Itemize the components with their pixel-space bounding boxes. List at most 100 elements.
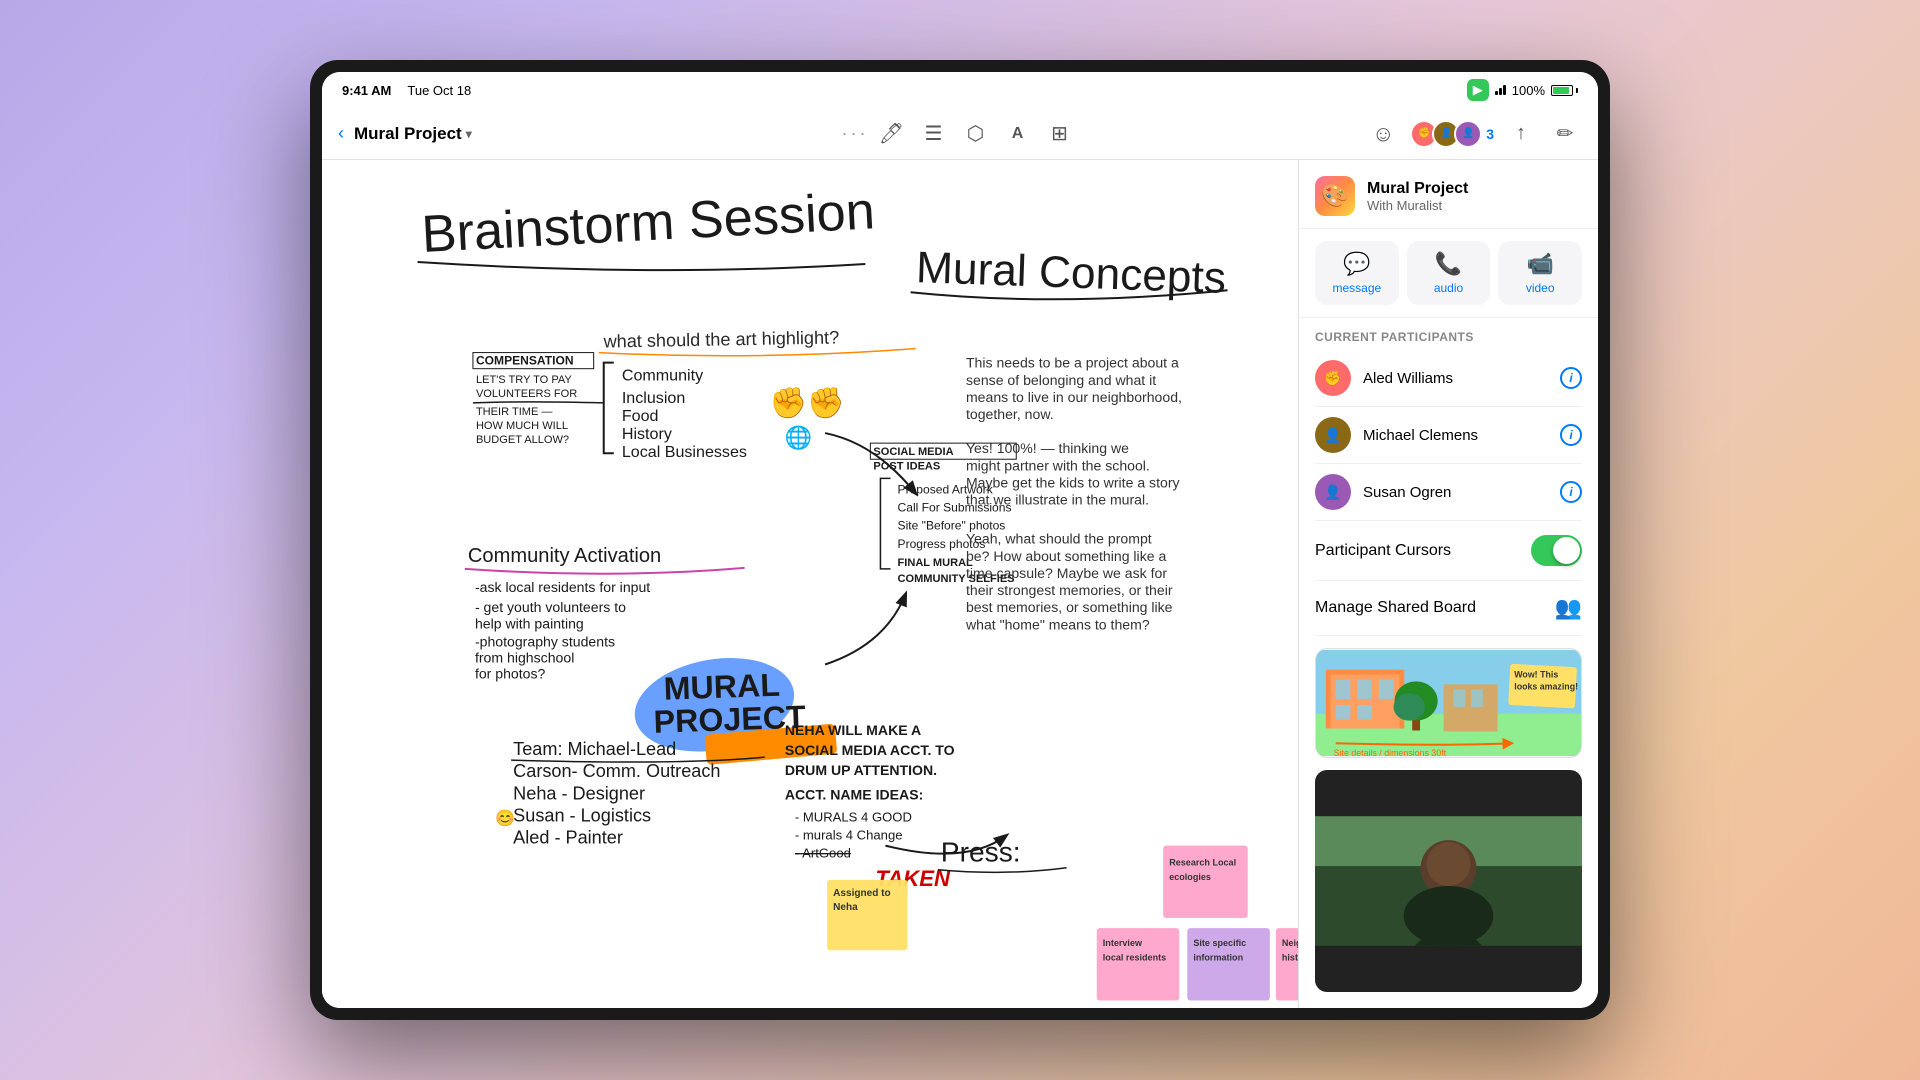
svg-text:Press:: Press:: [941, 836, 1021, 868]
shapes-tool-button[interactable]: ⬡: [956, 115, 994, 153]
participant-name-michael: Michael Clemens: [1363, 427, 1548, 444]
participant-info-button-susan[interactable]: i: [1560, 481, 1582, 503]
svg-text:Site details / dimensions 30ft: Site details / dimensions 30ft: [1334, 748, 1447, 757]
svg-text:from highschool: from highschool: [475, 649, 574, 665]
svg-text:might partner with the school.: might partner with the school.: [966, 457, 1150, 473]
avatar-michael: 👤: [1315, 417, 1351, 453]
lines-tool-button[interactable]: ☰: [914, 115, 952, 153]
toolbar-right: ☺ ✊ 👤 👤 3 ↑ ✏: [1366, 117, 1582, 151]
svg-text:ecologies: ecologies: [1169, 872, 1211, 882]
svg-text:Team: Michael-Lead: Team: Michael-Lead: [513, 739, 676, 759]
manage-shared-board-icon: 👥: [1555, 595, 1582, 621]
back-button[interactable]: ‹: [338, 123, 344, 144]
message-action-button[interactable]: 💬 message: [1315, 241, 1399, 305]
message-icon: 💬: [1343, 251, 1370, 277]
svg-text:Wow! This: Wow! This: [1514, 669, 1558, 679]
avatar-3: 👤: [1454, 120, 1482, 148]
svg-text:COMPENSATION: COMPENSATION: [476, 354, 574, 368]
svg-text:what should the art highlight?: what should the art highlight?: [602, 327, 839, 351]
svg-text:Local Businesses: Local Businesses: [622, 443, 747, 461]
svg-text:🌐: 🌐: [785, 424, 813, 450]
svg-text:for photos?: for photos?: [475, 666, 546, 682]
battery-icon: [1551, 85, 1578, 96]
svg-text:BUDGET ALLOW?: BUDGET ALLOW?: [476, 434, 569, 446]
wifi-icon: [1495, 85, 1506, 95]
avatar-susan: 👤: [1315, 474, 1351, 510]
thumbnail-svg: Site details / dimensions 30ft 10% Wow! …: [1316, 649, 1581, 757]
svg-text:LET'S TRY TO PAY: LET'S TRY TO PAY: [476, 374, 572, 386]
svg-text:✊✊: ✊✊: [770, 386, 845, 421]
svg-text:Site specific: Site specific: [1193, 938, 1246, 948]
board-thumbnail: Site details / dimensions 30ft 10% Wow! …: [1315, 648, 1582, 758]
pen-tool-button[interactable]: 🖊: [872, 115, 910, 153]
svg-text:DRUM UP ATTENTION.: DRUM UP ATTENTION.: [785, 762, 937, 778]
svg-text:SOCIAL MEDIA: SOCIAL MEDIA: [873, 446, 953, 458]
participant-cursors-toggle[interactable]: [1531, 535, 1582, 566]
svg-text:Aled - Painter: Aled - Painter: [513, 828, 623, 848]
svg-text:time capsule? Maybe we ask for: time capsule? Maybe we ask for: [966, 565, 1167, 581]
svg-text:PROJECT: PROJECT: [653, 699, 807, 740]
divider-5: [1315, 635, 1582, 636]
participant-info-button-michael[interactable]: i: [1560, 424, 1582, 446]
svg-text:SOCIAL MEDIA ACCT. TO: SOCIAL MEDIA ACCT. TO: [785, 742, 955, 758]
svg-text:- ArtGood: - ArtGood: [795, 846, 851, 861]
text-tool-button[interactable]: A: [998, 115, 1036, 153]
status-time: 9:41 AM: [342, 83, 391, 98]
svg-text:Community Activation: Community Activation: [468, 545, 661, 567]
svg-text:- murals 4 Change: - murals 4 Change: [795, 828, 903, 843]
svg-text:Neighborhood: Neighborhood: [1282, 938, 1298, 948]
edit-button[interactable]: ✏: [1548, 117, 1582, 151]
svg-text:together, now.: together, now.: [966, 406, 1054, 422]
chevron-down-icon: ▾: [466, 127, 472, 141]
svg-text:THEIR TIME —: THEIR TIME —: [476, 406, 553, 418]
emoji-reaction-button[interactable]: ☺: [1366, 117, 1400, 151]
svg-text:NEHA WILL MAKE A: NEHA WILL MAKE A: [785, 722, 921, 738]
participant-row-susan: 👤 Susan Ogren i: [1299, 464, 1598, 520]
collaborator-count: 3: [1486, 126, 1494, 142]
share-button[interactable]: ↑: [1504, 117, 1538, 151]
svg-text:sense of belonging and what it: sense of belonging and what it: [966, 372, 1156, 388]
video-label: video: [1526, 281, 1555, 295]
svg-text:-photography students: -photography students: [475, 633, 615, 649]
avatar-aled: ✊: [1315, 360, 1351, 396]
audio-label: audio: [1434, 281, 1463, 295]
svg-text:Inclusion: Inclusion: [622, 389, 685, 407]
svg-text:information: information: [1193, 952, 1243, 962]
collaborators-button[interactable]: ✊ 👤 👤 3: [1410, 120, 1494, 148]
status-bar: 9:41 AM Tue Oct 18 ▶ 100%: [322, 72, 1598, 108]
audio-action-button[interactable]: 📞 audio: [1407, 241, 1491, 305]
participants-section-header: CURRENT PARTICIPANTS: [1299, 318, 1598, 350]
svg-text:be? How about something like a: be? How about something like a: [966, 548, 1167, 564]
panel-subtitle: With Muralist: [1367, 198, 1468, 213]
svg-text:Yes! 100%! — thinking we: Yes! 100%! — thinking we: [966, 440, 1129, 456]
canvas-area[interactable]: Brainstorm Session Mural Concepts what s…: [322, 160, 1298, 1008]
panel-title: Mural Project: [1367, 180, 1468, 198]
main-content: Brainstorm Session Mural Concepts what s…: [322, 160, 1598, 1008]
svg-text:help with painting: help with painting: [475, 615, 584, 631]
svg-text:Yeah, what should the prompt: Yeah, what should the prompt: [966, 531, 1152, 547]
panel-title-group: Mural Project With Muralist: [1367, 180, 1468, 213]
video-preview: [1315, 770, 1582, 992]
project-title-button[interactable]: Mural Project ▾: [354, 124, 472, 144]
toolbar: ‹ Mural Project ▾ ··· 🖊 ☰ ⬡ A ⊞ ☺ ✊: [322, 108, 1598, 160]
video-action-button[interactable]: 📹 video: [1498, 241, 1582, 305]
svg-text:HOW MUCH WILL: HOW MUCH WILL: [476, 420, 568, 432]
video-svg: [1315, 770, 1582, 992]
svg-text:Research Local: Research Local: [1169, 858, 1236, 868]
participant-cursors-label: Participant Cursors: [1315, 542, 1519, 560]
svg-text:Food: Food: [622, 407, 659, 425]
participant-name-susan: Susan Ogren: [1363, 484, 1548, 501]
svg-text:VOLUNTEERS FOR: VOLUNTEERS FOR: [476, 388, 577, 400]
manage-shared-board-button[interactable]: Manage Shared Board 👥: [1299, 581, 1598, 635]
status-date: Tue Oct 18: [407, 83, 471, 98]
more-options-dots[interactable]: ···: [842, 123, 869, 144]
participant-cursors-row: Participant Cursors: [1299, 521, 1598, 580]
svg-text:- MURALS 4 GOOD: - MURALS 4 GOOD: [795, 809, 912, 824]
brainstorm-canvas[interactable]: Brainstorm Session Mural Concepts what s…: [322, 160, 1298, 1008]
participant-info-button-aled[interactable]: i: [1560, 367, 1582, 389]
ipad-screen: 9:41 AM Tue Oct 18 ▶ 100%: [322, 72, 1598, 1008]
image-tool-button[interactable]: ⊞: [1040, 115, 1078, 153]
battery-percent: 100%: [1512, 83, 1545, 98]
toggle-knob: [1553, 537, 1580, 564]
svg-text:Susan - Logistics: Susan - Logistics: [513, 805, 651, 825]
